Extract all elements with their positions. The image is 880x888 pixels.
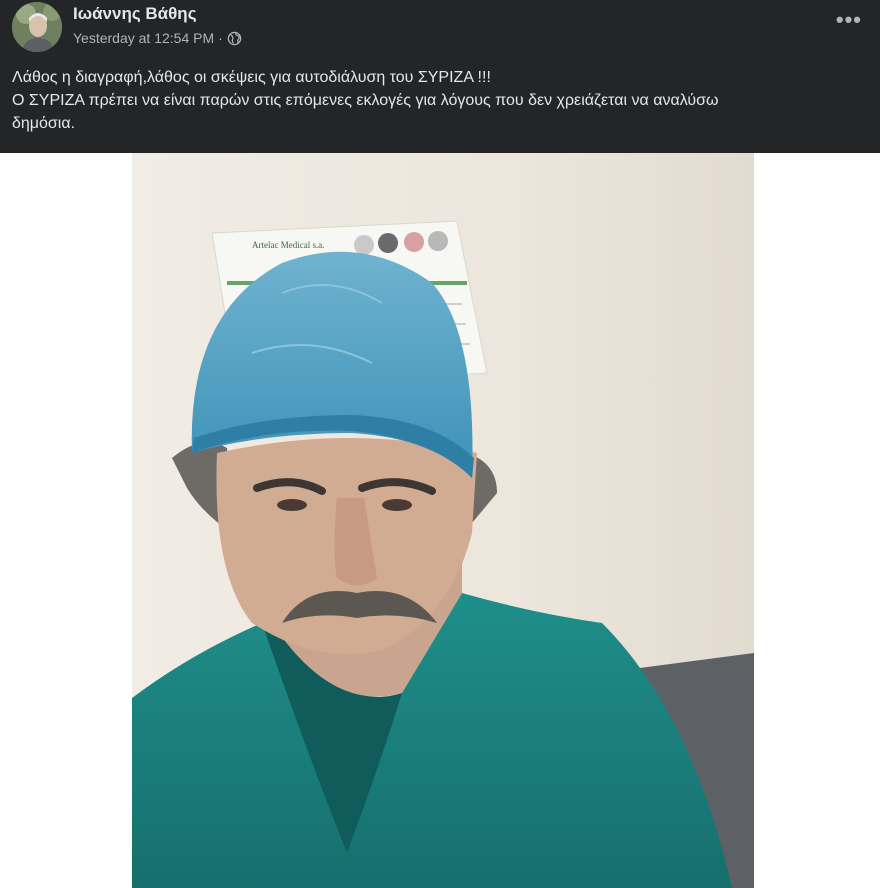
post-text: Λάθος η διαγραφή,λάθος οι σκέψεις για αυ… <box>12 66 872 135</box>
globe-icon[interactable] <box>227 31 242 46</box>
poster-brand: Artelac Medical s.a. <box>252 240 324 250</box>
post-header: Ιωάννης Βάθης Yesterday at 12:54 PM · ••… <box>0 0 880 153</box>
post-meta: Yesterday at 12:54 PM · <box>73 30 242 46</box>
post-photo[interactable]: Artelac Medical s.a. <box>132 153 754 888</box>
author-avatar[interactable] <box>12 2 62 52</box>
post-text-line: δημόσια. <box>12 115 76 132</box>
post-text-line: Ο ΣΥΡΙΖΑ πρέπει να είναι παρών στις επόμ… <box>12 92 719 109</box>
photo-image: Artelac Medical s.a. <box>132 153 754 888</box>
more-options-button[interactable]: ••• <box>836 9 862 31</box>
post-text-line: Λάθος η διαγραφή,λάθος οι σκέψεις για αυ… <box>12 69 491 86</box>
post-timestamp[interactable]: Yesterday at 12:54 PM <box>73 30 214 46</box>
author-name[interactable]: Ιωάννης Βάθης <box>73 4 197 24</box>
meta-separator: · <box>218 30 223 46</box>
avatar-image <box>12 2 62 52</box>
